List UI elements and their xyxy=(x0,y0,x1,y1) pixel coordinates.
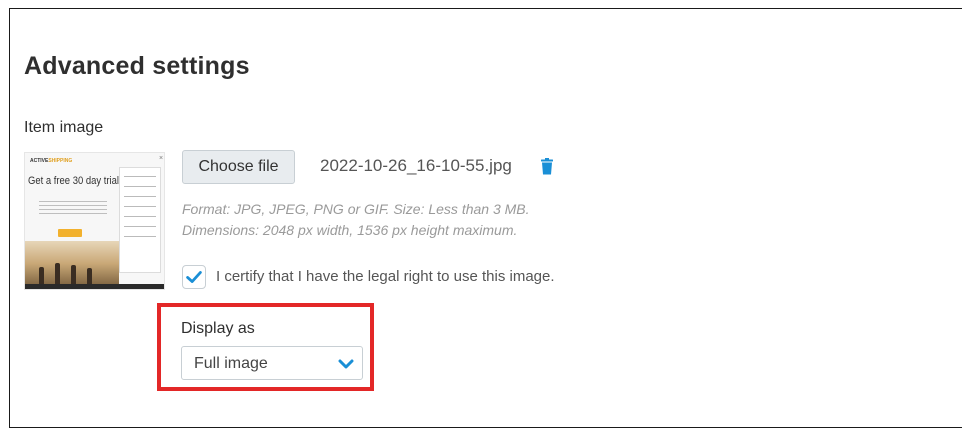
chevron-down-icon xyxy=(338,359,354,369)
thumbnail-headline: Get a free 30 day trial xyxy=(28,175,119,187)
format-hint: Format: JPG, JPEG, PNG or GIF. Size: Les… xyxy=(182,201,530,217)
thumbnail-brand: ACTIVESHIPPING xyxy=(30,158,73,164)
selected-filename: 2022-10-26_16-10-55.jpg xyxy=(320,156,512,175)
page-title: Advanced settings xyxy=(24,52,250,80)
thumbnail-body-text xyxy=(39,201,107,215)
checkmark-icon xyxy=(186,271,202,283)
choose-file-button[interactable]: Choose file xyxy=(182,150,295,184)
display-as-value: Full image xyxy=(194,355,268,372)
trash-icon[interactable] xyxy=(540,158,554,175)
display-as-label: Display as xyxy=(181,320,255,337)
image-thumbnail: ACTIVESHIPPING Get a free 30 day trial × xyxy=(24,152,165,290)
item-image-label: Item image xyxy=(24,119,104,136)
thumbnail-footer xyxy=(25,284,164,289)
display-as-select[interactable]: Full image xyxy=(181,346,363,380)
thumbnail-cta xyxy=(58,229,82,237)
certify-label: I certify that I have the legal right to… xyxy=(216,268,555,285)
certify-checkbox[interactable] xyxy=(182,265,206,289)
thumbnail-close-icon: × xyxy=(159,155,164,162)
thumbnail-photo xyxy=(25,241,119,289)
thumbnail-side-panel xyxy=(119,167,161,273)
dimensions-hint: Dimensions: 2048 px width, 1536 px heigh… xyxy=(182,222,518,238)
